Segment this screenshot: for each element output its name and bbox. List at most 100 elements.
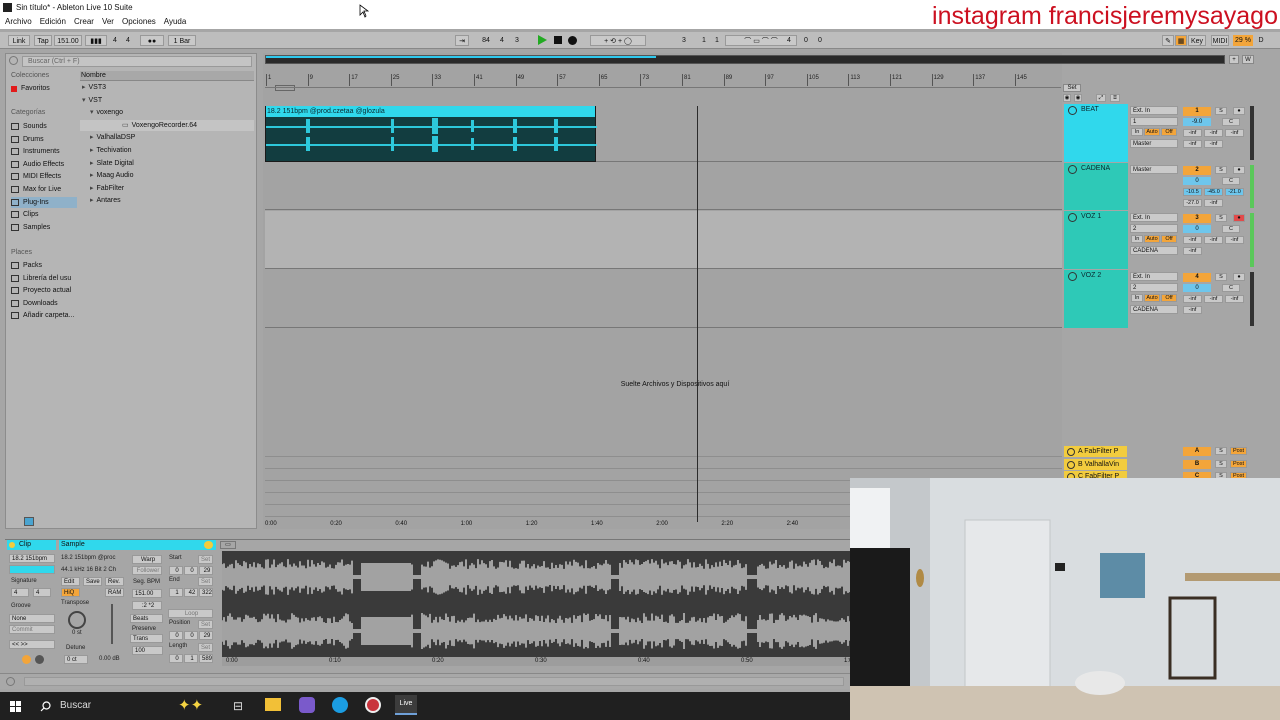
- status-info-icon[interactable]: [6, 677, 15, 686]
- return-solo-button[interactable]: S: [1215, 459, 1227, 468]
- follow-icon[interactable]: ⇥: [455, 35, 469, 46]
- voz1-track-lane[interactable]: [265, 211, 1062, 269]
- position-part-field[interactable]: 0: [169, 654, 183, 663]
- browser-place[interactable]: Downloads: [11, 298, 77, 309]
- browser-toggle-icon[interactable]: [24, 517, 34, 526]
- output-select[interactable]: CADENA: [1130, 305, 1178, 314]
- browser-category[interactable]: Clips: [11, 209, 77, 220]
- menu-ayuda[interactable]: Ayuda: [164, 15, 187, 29]
- browser-tree-item[interactable]: ▭ VoxengoRecorder.64: [80, 119, 254, 131]
- preserve-select[interactable]: Trans: [130, 634, 163, 643]
- mixer-section-toggles[interactable]: ◉ ◉ ⤢ ⌸: [1063, 94, 1123, 102]
- file-explorer-icon[interactable]: [265, 698, 281, 711]
- position-beat[interactable]: 4: [497, 35, 507, 46]
- ableton-live-taskbar-icon[interactable]: Live: [395, 695, 417, 715]
- metronome-toggle-icon[interactable]: ●●: [140, 35, 164, 46]
- arm-button[interactable]: ●: [1233, 107, 1245, 115]
- section-toggle-icon[interactable]: ⤢: [1096, 94, 1106, 102]
- menu-archivo[interactable]: Archivo: [5, 15, 32, 29]
- section-toggle-icon[interactable]: ◉: [1063, 94, 1071, 102]
- cadena-track-lane[interactable]: [265, 163, 1062, 210]
- send-field[interactable]: -inf: [1204, 129, 1223, 137]
- loop-length-sixteenth[interactable]: 0: [816, 35, 824, 46]
- track-header[interactable]: VOZ 2: [1064, 270, 1128, 328]
- seg-bpm-field[interactable]: 151.00: [132, 589, 162, 598]
- browser-tree-item[interactable]: ▾ voxengo: [90, 107, 258, 118]
- solo-button[interactable]: S: [1215, 107, 1227, 115]
- send-field[interactable]: -inf: [1183, 129, 1202, 137]
- input-channel-select[interactable]: 2: [1130, 224, 1178, 233]
- arm-button[interactable]: ●: [1233, 273, 1245, 281]
- send-field[interactable]: -45.0: [1204, 188, 1223, 196]
- browser-favorites[interactable]: Favoritos: [11, 83, 77, 94]
- return-b-lane[interactable]: [265, 457, 1062, 469]
- position-part-field[interactable]: 322: [199, 588, 213, 597]
- voz2-track-lane[interactable]: [265, 270, 1062, 328]
- position-sixteenth[interactable]: 3: [512, 35, 522, 46]
- send-field[interactable]: -21.0: [1225, 188, 1244, 196]
- track-activator[interactable]: 3: [1183, 214, 1211, 223]
- record-icon[interactable]: [568, 36, 577, 45]
- input-type-select[interactable]: Ext. In: [1130, 272, 1178, 281]
- monitor-auto-button[interactable]: Auto: [1144, 294, 1160, 302]
- return-activator[interactable]: A: [1183, 447, 1211, 456]
- draw-mode-icon[interactable]: ✎: [1162, 35, 1174, 46]
- menu-crear[interactable]: Crear: [74, 15, 94, 29]
- edit-button[interactable]: Edit: [61, 577, 80, 586]
- sparkle-icon[interactable]: ✦✦: [178, 696, 203, 714]
- collapsed-icon[interactable]: ▸: [90, 197, 94, 204]
- return-a-lane[interactable]: [265, 445, 1062, 457]
- send-field[interactable]: -10.5: [1183, 188, 1202, 196]
- browser-category[interactable]: Audio Effects: [11, 159, 77, 170]
- sample-tab[interactable]: Sample: [59, 540, 216, 550]
- metronome-icon[interactable]: ▮▮▮: [85, 35, 107, 46]
- send-field[interactable]: -inf: [1225, 295, 1244, 303]
- quantization-select[interactable]: 1 Bar: [168, 35, 196, 46]
- input-type-select[interactable]: Ext. In: [1130, 106, 1178, 115]
- send-field[interactable]: -inf: [1183, 306, 1202, 314]
- browser-category[interactable]: Samples: [11, 222, 77, 233]
- send-field[interactable]: -inf: [1183, 140, 1202, 148]
- clip-sig-numerator[interactable]: 4: [11, 588, 29, 597]
- clip-fade-icon[interactable]: [22, 655, 31, 664]
- loop-button[interactable]: Loop: [168, 609, 213, 618]
- sample-loop-brace-icon[interactable]: ▭: [220, 541, 236, 549]
- pan-field[interactable]: C: [1222, 177, 1240, 185]
- transpose-knob[interactable]: [68, 611, 86, 629]
- loop-start-beat[interactable]: 1: [700, 35, 708, 46]
- track-header[interactable]: BEAT: [1064, 104, 1128, 162]
- track-activator[interactable]: 2: [1183, 166, 1211, 175]
- send-field[interactable]: -inf: [1183, 236, 1202, 244]
- solo-button[interactable]: S: [1215, 214, 1227, 222]
- start-set-button[interactable]: Set: [198, 555, 213, 564]
- track-activator[interactable]: 1: [1183, 107, 1211, 116]
- output-select[interactable]: Master: [1130, 139, 1178, 148]
- monitor-off-button[interactable]: Off: [1161, 235, 1177, 243]
- input-channel-select[interactable]: 1: [1130, 117, 1178, 126]
- detune-field[interactable]: 0 ct: [64, 655, 88, 664]
- position-part-field[interactable]: 1: [184, 654, 198, 663]
- collapsed-icon[interactable]: ▸: [90, 160, 94, 167]
- return-post-button[interactable]: Post: [1230, 459, 1247, 468]
- clip-color-select[interactable]: [9, 565, 55, 574]
- volume-field[interactable]: 0: [1183, 284, 1211, 292]
- gain-slider[interactable]: [111, 604, 113, 644]
- send-field[interactable]: -27.0: [1183, 199, 1202, 207]
- clip-envelope-icon[interactable]: [35, 655, 44, 664]
- browser-tree-item[interactable]: ▸ ValhallaDSP: [90, 132, 258, 143]
- clip-activator-icon[interactable]: [9, 542, 15, 548]
- play-icon[interactable]: [538, 35, 547, 45]
- return-solo-button[interactable]: S: [1215, 447, 1227, 455]
- browser-tree-item[interactable]: ▸ VST3: [82, 82, 258, 93]
- position-part-field[interactable]: 42: [184, 588, 198, 597]
- browser-search-input[interactable]: Buscar (Ctrl + F): [22, 56, 252, 67]
- browser-category[interactable]: Sounds: [11, 121, 77, 132]
- groove-select[interactable]: None: [9, 614, 55, 623]
- position-part-field[interactable]: 1: [169, 588, 183, 597]
- warp-mode-select[interactable]: Beats: [130, 614, 163, 623]
- position-part-field[interactable]: 0: [184, 566, 198, 575]
- windows-start-icon[interactable]: [10, 701, 21, 712]
- collapsed-icon[interactable]: ▸: [90, 185, 94, 192]
- midi-map-button[interactable]: MIDI: [1211, 35, 1229, 46]
- loop-length-bar[interactable]: 4: [785, 35, 793, 46]
